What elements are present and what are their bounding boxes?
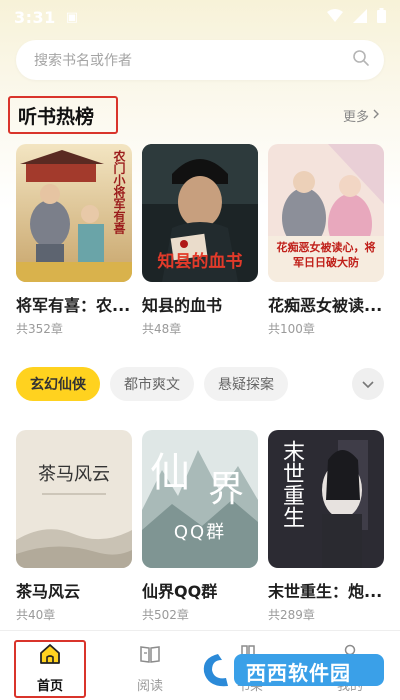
chevron-down-icon (361, 375, 375, 394)
cover-text: 花痴恶女被读心，将军日日破大防 (276, 241, 376, 269)
signal-icon (353, 8, 367, 27)
home-icon (39, 643, 61, 669)
book-cover[interactable]: 知县的血书 (142, 144, 258, 282)
nav-home-label: 首页 (36, 679, 63, 694)
book-chapters: 共502章 (142, 608, 189, 622)
book-card[interactable]: 末世重生 末世重生：炮... 共289章 (268, 430, 384, 623)
category-books-list: 茶马风云 茶马风云 共40章 仙 界 QQ群 仙界QQ群 共502章 末世重生 … (16, 430, 384, 623)
cover-text: 茶马风云 (38, 464, 110, 485)
cover-text: 知县的血书 (157, 252, 243, 272)
cover-text: 农门小将军有喜 (112, 150, 126, 234)
nav-home[interactable]: 首页 (0, 631, 100, 700)
more-link[interactable]: 更多 (343, 106, 380, 125)
search-icon[interactable] (352, 49, 370, 71)
status-bar: 3:31 ▣ (0, 0, 400, 34)
book-title: 花痴恶女被读... (268, 296, 383, 315)
search-placeholder: 搜索书名或作者 (34, 53, 132, 69)
book-card[interactable]: 茶马风云 茶马风云 共40章 (16, 430, 132, 623)
book-card[interactable]: 知县的血书 知县的血书 共48章 (142, 144, 258, 337)
battery-icon (377, 7, 386, 27)
book-chapters: 共289章 (268, 608, 315, 622)
book-card[interactable]: 花痴恶女被读心，将军日日破大防 花痴恶女被读... 共100章 (268, 144, 384, 337)
section-title-hot: 听书热榜 (8, 96, 118, 134)
cover-text: 末世重生 (279, 440, 304, 528)
book-card[interactable]: 仙 界 QQ群 仙界QQ群 共502章 (142, 430, 258, 623)
book-card[interactable]: 农门小将军有喜 将军有喜：农... 共352章 (16, 144, 132, 337)
watermark-logo: 西西软件园 (200, 648, 386, 692)
book-icon (139, 643, 161, 669)
book-cover[interactable]: 仙 界 QQ群 (142, 430, 258, 568)
book-chapters: 共48章 (142, 322, 182, 336)
nav-read[interactable]: 阅读 (100, 631, 200, 700)
search-bar[interactable]: 搜索书名或作者 (16, 40, 384, 80)
book-title: 将军有喜：农... (16, 296, 131, 315)
tab-xuanhuan[interactable]: 玄幻仙侠 (16, 367, 100, 401)
cover-text-c: QQ群 (173, 522, 227, 543)
tab-dushi[interactable]: 都市爽文 (110, 367, 194, 401)
hot-books-list: 农门小将军有喜 将军有喜：农... 共352章 知县的血书 知县的血书 共48章 (16, 144, 384, 337)
book-title: 知县的血书 (142, 296, 223, 315)
book-cover[interactable]: 末世重生 (268, 430, 384, 568)
book-title: 仙界QQ群 (142, 582, 218, 601)
book-chapters: 共40章 (16, 608, 56, 622)
book-cover[interactable]: 茶马风云 (16, 430, 132, 568)
book-cover[interactable]: 农门小将军有喜 (16, 144, 132, 282)
cover-text-a: 仙 (150, 450, 190, 496)
section-title-text: 听书热榜 (18, 105, 95, 128)
category-tabs: 玄幻仙侠 都市爽文 悬疑探案 (16, 366, 384, 402)
notification-icon: ▣ (65, 9, 79, 25)
expand-button[interactable] (352, 368, 384, 400)
book-chapters: 共352章 (16, 322, 63, 336)
chevron-right-icon (372, 108, 380, 123)
nav-read-label: 阅读 (136, 679, 163, 694)
book-title: 末世重生：炮... (268, 582, 383, 601)
more-label: 更多 (342, 110, 369, 125)
status-time: 3:31 (14, 7, 56, 27)
wifi-icon (327, 8, 343, 27)
watermark-text: 西西软件园 (246, 661, 351, 685)
status-icons (327, 7, 386, 27)
cover-text-b: 界 (208, 469, 245, 510)
book-cover[interactable]: 花痴恶女被读心，将军日日破大防 (268, 144, 384, 282)
book-title: 茶马风云 (16, 582, 81, 601)
book-chapters: 共100章 (268, 322, 315, 336)
tab-xuanyi[interactable]: 悬疑探案 (204, 367, 288, 401)
